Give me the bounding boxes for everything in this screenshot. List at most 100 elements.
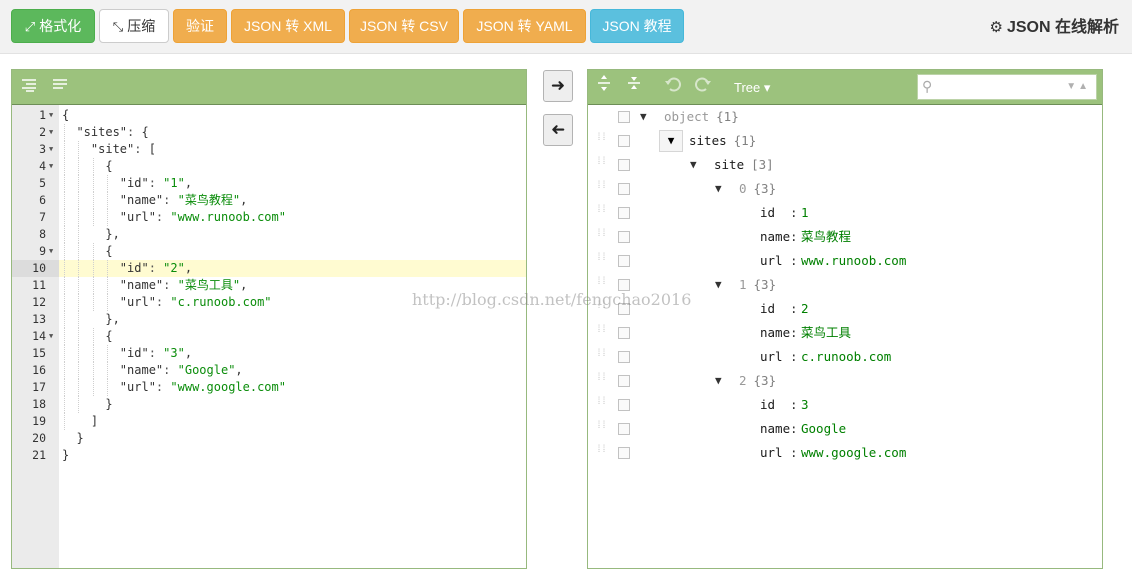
tree-value[interactable]: 2	[801, 297, 809, 321]
code-line[interactable]: 13 },	[12, 311, 526, 328]
json-tutorial-button[interactable]: JSON 教程	[590, 9, 684, 43]
drag-handle-icon[interactable]: ⁞⁞	[596, 157, 607, 172]
tree-value-row[interactable]: ⁞⁞ id:1	[588, 201, 1102, 225]
context-menu-button[interactable]	[618, 375, 630, 387]
tree-node-row[interactable]: ⁞⁞ ▼ 1 {3}	[588, 273, 1102, 297]
drag-handle-icon[interactable]: ⁞⁞	[596, 301, 607, 316]
expand-all-icon[interactable]	[597, 70, 611, 105]
drag-handle-icon[interactable]: ⁞⁞	[596, 277, 607, 292]
tree-field-name[interactable]: url	[760, 441, 783, 465]
tree-field-name[interactable]: name	[760, 225, 790, 249]
context-menu-button[interactable]	[618, 279, 630, 291]
tree-value[interactable]: www.google.com	[801, 441, 906, 465]
json-to-yaml-button[interactable]: JSON 转 YAML	[463, 9, 586, 43]
tree-field-name[interactable]: object {1}	[664, 105, 739, 129]
context-menu-button[interactable]	[618, 303, 630, 315]
tree-node-row[interactable]: ⁞⁞ ▼ sites {1}	[588, 129, 1102, 153]
fold-toggle-icon[interactable]: ▼	[49, 158, 53, 175]
expand-toggle-icon[interactable]: ▼	[715, 273, 722, 297]
tree-field-name[interactable]: id	[760, 201, 775, 225]
context-menu-button[interactable]	[618, 423, 630, 435]
expand-toggle-icon[interactable]: ▼	[715, 369, 722, 393]
code-line[interactable]: 8 },	[12, 226, 526, 243]
context-menu-button[interactable]	[618, 207, 630, 219]
tree-value-row[interactable]: ⁞⁞ name: 菜鸟教程	[588, 225, 1102, 249]
tree-value-row[interactable]: ⁞⁞ url: www.runoob.com	[588, 249, 1102, 273]
code-line[interactable]: 16 "name": "Google",	[12, 362, 526, 379]
code-line[interactable]: 4 ▼ {	[12, 158, 526, 175]
format-button[interactable]: ⤢ 格式化	[11, 9, 95, 43]
indent-icon[interactable]	[21, 70, 37, 105]
drag-handle-icon[interactable]: ⁞⁞	[596, 421, 607, 436]
drag-handle-icon[interactable]: ⁞⁞	[596, 349, 607, 364]
fold-toggle-icon[interactable]: ▼	[49, 328, 53, 345]
json-to-xml-button[interactable]: JSON 转 XML	[231, 9, 345, 43]
expand-toggle-icon[interactable]: ▼	[715, 177, 722, 201]
tree-value[interactable]: 1	[801, 201, 809, 225]
collapse-all-icon[interactable]	[627, 70, 641, 105]
expand-toggle-icon[interactable]: ▼	[640, 105, 647, 129]
copy-to-tree-button[interactable]: ➜	[543, 70, 573, 102]
drag-handle-icon[interactable]: ⁞⁞	[596, 229, 607, 244]
copy-to-code-button[interactable]: ➜	[543, 114, 573, 146]
drag-handle-icon[interactable]: ⁞⁞	[596, 445, 607, 460]
fold-toggle-icon[interactable]: ▼	[49, 141, 53, 158]
code-line[interactable]: 7 "url": "www.runoob.com"	[12, 209, 526, 226]
code-line[interactable]: 10 "id": "2",	[12, 260, 526, 277]
tree-field-name[interactable]: 2 {3}	[739, 369, 776, 393]
context-menu-button[interactable]	[618, 447, 630, 459]
context-menu-button[interactable]	[618, 159, 630, 171]
tree-value[interactable]: 菜鸟教程	[801, 225, 851, 249]
tree-value-row[interactable]: ⁞⁞ name: 菜鸟工具	[588, 321, 1102, 345]
context-menu-button[interactable]	[618, 111, 630, 123]
drag-handle-icon[interactable]: ⁞⁞	[596, 181, 607, 196]
validate-button[interactable]: 验证	[173, 9, 227, 43]
tree-value-row[interactable]: ⁞⁞ id:2	[588, 297, 1102, 321]
tree-field-name[interactable]: name	[760, 321, 790, 345]
context-menu-button[interactable]	[618, 399, 630, 411]
tree-node-row[interactable]: ⁞⁞ ▼ 2 {3}	[588, 369, 1102, 393]
code-line[interactable]: 15 "id": "3",	[12, 345, 526, 362]
tree-field-name[interactable]: 0 {3}	[739, 177, 776, 201]
context-menu-button[interactable]	[618, 135, 630, 147]
tree-field-name[interactable]: site [3]	[714, 153, 774, 177]
tree-field-name[interactable]: url	[760, 249, 783, 273]
tree-mode-dropdown[interactable]: Tree ▾	[734, 70, 770, 105]
tree-node-row[interactable]: ⁞⁞ ▼ 0 {3}	[588, 177, 1102, 201]
code-line[interactable]: 11 "name": "菜鸟工具",	[12, 277, 526, 294]
tree-field-name[interactable]: 1 {3}	[739, 273, 776, 297]
context-menu-button[interactable]	[618, 255, 630, 267]
code-line[interactable]: 1 ▼{	[12, 107, 526, 124]
code-line[interactable]: 17 "url": "www.google.com"	[12, 379, 526, 396]
tree-value-row[interactable]: ⁞⁞ url: www.google.com	[588, 441, 1102, 465]
tree-value[interactable]: c.runoob.com	[801, 345, 891, 369]
tree-field-name[interactable]: sites {1}	[689, 129, 756, 153]
tree-value-row[interactable]: ⁞⁞ id:3	[588, 393, 1102, 417]
search-nav-arrows[interactable]: ▼▲	[1066, 81, 1090, 92]
tree-value[interactable]: 菜鸟工具	[801, 321, 851, 345]
tree-search-input[interactable]: ⚲ ▼▲	[917, 74, 1097, 100]
code-line[interactable]: 21}	[12, 447, 526, 464]
json-to-csv-button[interactable]: JSON 转 CSV	[349, 9, 459, 43]
context-menu-button[interactable]	[618, 351, 630, 363]
undo-icon[interactable]	[664, 70, 682, 105]
code-line[interactable]: 20 }	[12, 430, 526, 447]
tree-field-name[interactable]: id	[760, 393, 775, 417]
tree-value-row[interactable]: ⁞⁞ url: c.runoob.com	[588, 345, 1102, 369]
fold-toggle-icon[interactable]: ▼	[49, 243, 53, 260]
context-menu-button[interactable]	[618, 231, 630, 243]
tree-field-name[interactable]: id	[760, 297, 775, 321]
code-line[interactable]: 2 ▼ "sites": {	[12, 124, 526, 141]
code-line[interactable]: 18 }	[12, 396, 526, 413]
code-line[interactable]: 19 ]	[12, 413, 526, 430]
drag-handle-icon[interactable]: ⁞⁞	[596, 133, 607, 148]
tree-node-row[interactable]: ⁞⁞ ▼ site [3]	[588, 153, 1102, 177]
code-editor[interactable]: 1 ▼{2 ▼ "sites": {3 ▼ "site": [4 ▼ {5 "id": …	[12, 107, 526, 464]
context-menu-button[interactable]	[618, 327, 630, 339]
code-line[interactable]: 3 ▼ "site": [	[12, 141, 526, 158]
drag-handle-icon[interactable]: ⁞⁞	[596, 397, 607, 412]
tree-field-name[interactable]: url	[760, 345, 783, 369]
tree-value[interactable]: Google	[801, 417, 846, 441]
redo-icon[interactable]	[694, 70, 712, 105]
code-line[interactable]: 9 ▼ {	[12, 243, 526, 260]
